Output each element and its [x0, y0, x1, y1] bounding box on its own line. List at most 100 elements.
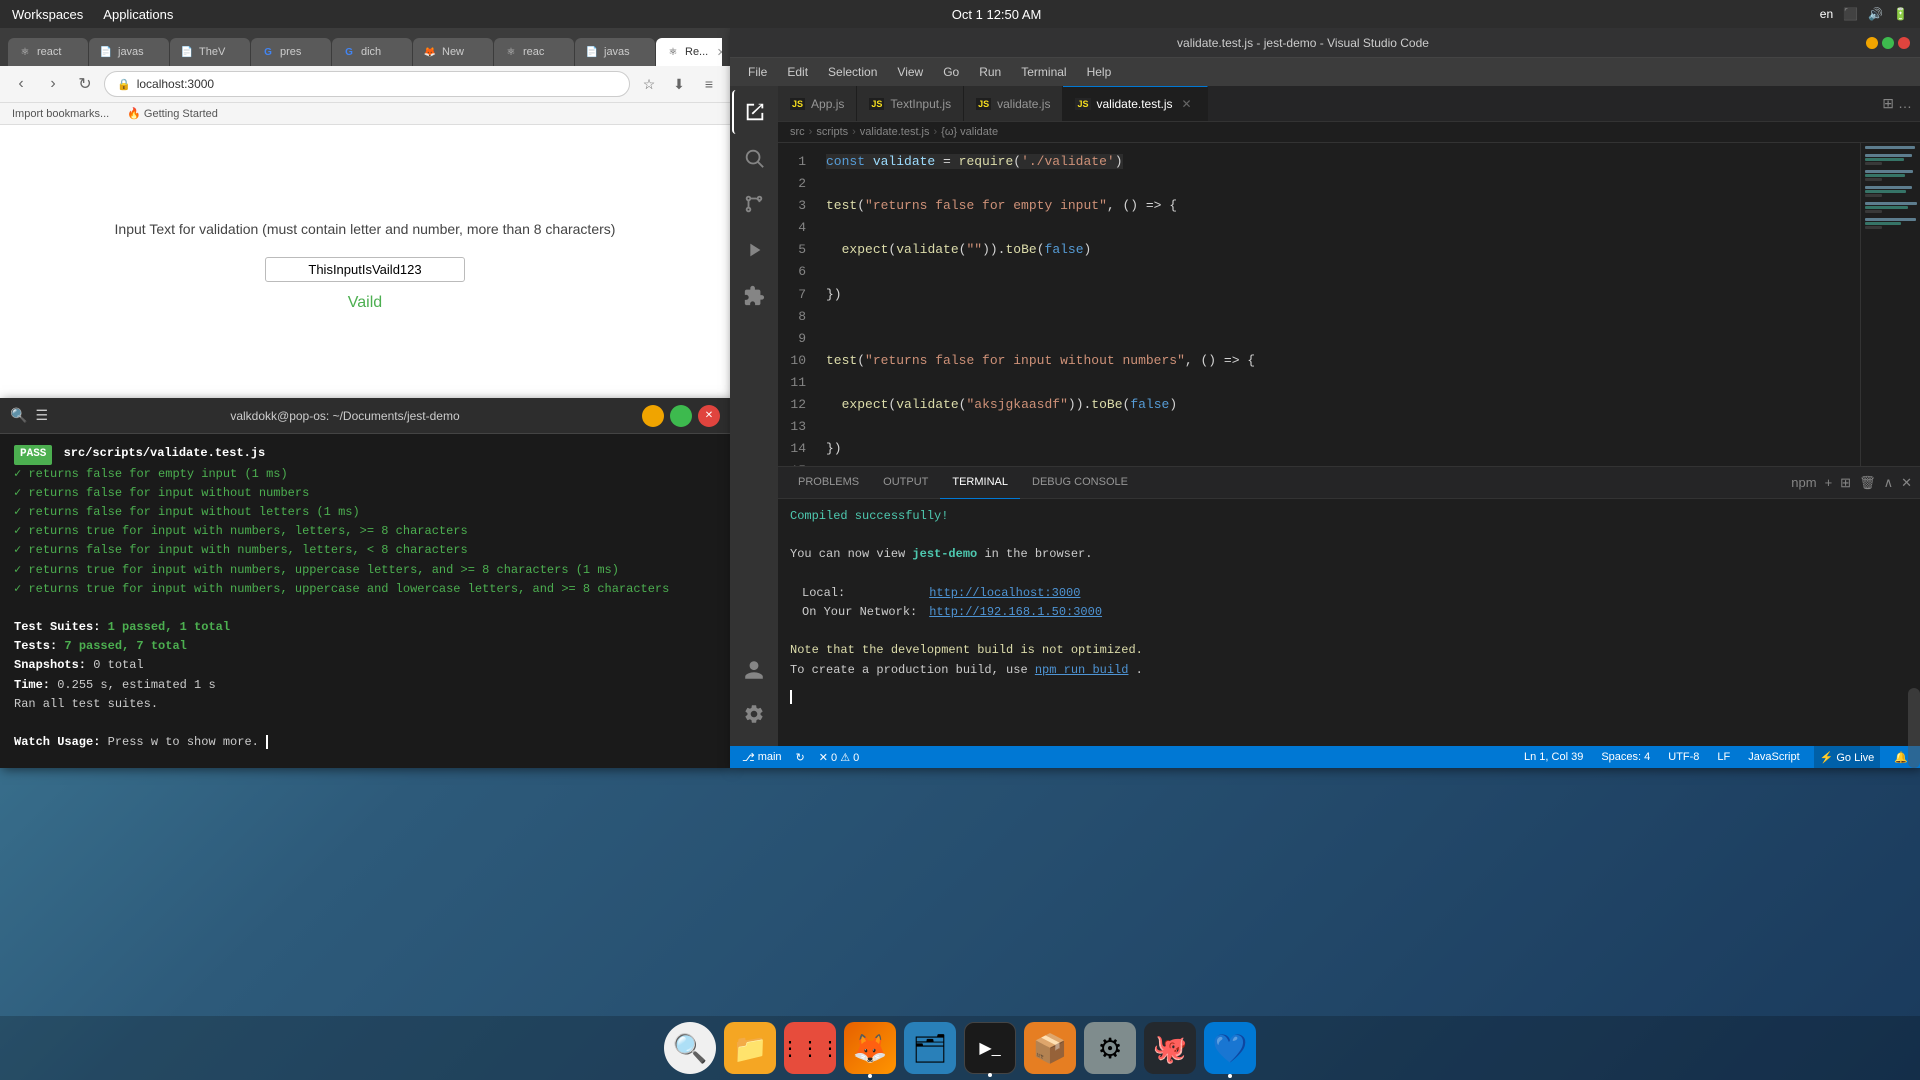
status-line-ending[interactable]: LF	[1713, 751, 1734, 763]
browser-tab-dich[interactable]: G dich	[332, 38, 412, 66]
menu-run[interactable]: Run	[971, 62, 1009, 82]
editor-tab-textinputjs[interactable]: JS TextInput.js	[857, 86, 964, 121]
panel-split-terminal[interactable]: ⊞	[1840, 475, 1851, 491]
menu-selection[interactable]: Selection	[820, 62, 885, 82]
dock-item-vscode[interactable]: 💙	[1204, 1022, 1256, 1074]
topbar-lang[interactable]: en	[1820, 7, 1833, 21]
go-live-button[interactable]: ⚡ Go Live	[1814, 746, 1881, 768]
nav-reload-button[interactable]: ↻	[72, 71, 98, 97]
dock-vscode-icon: 💙	[1213, 1032, 1248, 1065]
build-cmd[interactable]: npm run build	[1035, 663, 1129, 677]
panel-tabs: PROBLEMS OUTPUT TERMINAL DEBUG CONSOLE n…	[778, 467, 1920, 499]
dock-item-terminal[interactable]: ▶_	[964, 1022, 1016, 1074]
terminal-close-button[interactable]: ✕	[698, 405, 720, 427]
terminal-input-line	[790, 688, 1908, 707]
menu-button[interactable]: ≡	[696, 71, 722, 97]
bookmark-getting-started[interactable]: 🔥 Getting Started	[123, 106, 222, 121]
bookmark-import[interactable]: Import bookmarks...	[8, 107, 113, 121]
activity-run-debug[interactable]	[732, 228, 776, 272]
activity-settings[interactable]	[732, 692, 776, 736]
panel-scrollbar[interactable]	[1908, 688, 1920, 746]
panel-add-terminal[interactable]: +	[1825, 475, 1833, 490]
nav-back-button[interactable]: ‹	[8, 71, 34, 97]
editor-tab-validatejs[interactable]: JS validate.js	[964, 86, 1063, 121]
stat-tests-label: Tests:	[14, 639, 57, 653]
activity-explorer[interactable]	[732, 90, 776, 134]
status-encoding[interactable]: UTF-8	[1664, 751, 1703, 763]
download-button[interactable]: ⬇	[666, 71, 692, 97]
panel-collapse[interactable]: ∧	[1884, 475, 1894, 491]
breadcrumb-file[interactable]: validate.test.js	[860, 126, 930, 138]
validation-input[interactable]	[265, 257, 465, 282]
topbar-applications[interactable]: Applications	[103, 7, 173, 22]
browser-tab-new[interactable]: 🦊 New	[413, 38, 493, 66]
more-actions-icon[interactable]: …	[1898, 95, 1912, 112]
menu-file[interactable]: File	[740, 62, 775, 82]
code-content[interactable]: const validate = require('./validate') t…	[818, 143, 1920, 466]
editor-tab-appjs[interactable]: JS App.js	[778, 86, 857, 121]
split-editor-icon[interactable]: ⊞	[1882, 95, 1894, 112]
panel-trash[interactable]: 🗑	[1859, 475, 1876, 491]
status-spaces[interactable]: Spaces: 4	[1597, 751, 1654, 763]
dock-item-stacer[interactable]: 📦	[1024, 1022, 1076, 1074]
menu-view[interactable]: View	[889, 62, 931, 82]
panel-close[interactable]: ✕	[1901, 475, 1912, 491]
browser-tab-javas1[interactable]: 📄 javas	[89, 38, 169, 66]
vscode-maximize-button[interactable]	[1882, 37, 1894, 49]
activity-source-control[interactable]	[732, 182, 776, 226]
test-file-path: src/scripts/validate.test.js	[64, 446, 266, 460]
menu-go[interactable]: Go	[935, 62, 967, 82]
menu-terminal[interactable]: Terminal	[1013, 62, 1074, 82]
panel-tab-output[interactable]: OUTPUT	[871, 467, 940, 499]
local-url[interactable]: http://localhost:3000	[929, 586, 1080, 600]
activity-search[interactable]	[732, 136, 776, 180]
terminal-menu-icon[interactable]: ☰	[35, 407, 48, 424]
code-editor[interactable]: 1 2 3 4 5 6 7 8 9 10 11 12 13 14	[778, 143, 1920, 466]
network-url[interactable]: http://192.168.1.50:3000	[929, 605, 1102, 619]
panel-tab-problems[interactable]: PROBLEMS	[786, 467, 871, 499]
status-errors[interactable]: ✕ 0 ⚠ 0	[815, 751, 864, 764]
panel-tab-debug-console[interactable]: DEBUG CONSOLE	[1020, 467, 1140, 499]
browser-tab-pres[interactable]: G pres	[251, 38, 331, 66]
menu-help[interactable]: Help	[1079, 62, 1120, 82]
dock-item-files[interactable]: 📁	[724, 1022, 776, 1074]
browser-tab-active[interactable]: ⚛ Re... ✕	[656, 38, 722, 66]
tab-close-validatetestjs[interactable]: ✕	[1179, 96, 1195, 112]
status-position[interactable]: Ln 1, Col 39	[1520, 751, 1587, 763]
browser-tab-react2[interactable]: ⚛ reac	[494, 38, 574, 66]
terminal-minimize-button[interactable]	[642, 405, 664, 427]
dock-item-search[interactable]: 🔍	[664, 1022, 716, 1074]
editor-tab-validatetestjs[interactable]: JS validate.test.js ✕	[1063, 86, 1207, 121]
stat-suites-value: 1 passed, 1 total	[108, 620, 230, 634]
dock-terminal-icon: ▶_	[979, 1038, 1000, 1058]
nav-forward-button[interactable]: ›	[40, 71, 66, 97]
dock-item-apps[interactable]: ⋮⋮⋮	[784, 1022, 836, 1074]
bookmark-button[interactable]: ☆	[636, 71, 662, 97]
vscode-minimize-button[interactable]	[1866, 37, 1878, 49]
breadcrumb-scripts[interactable]: scripts	[816, 126, 848, 138]
tab-favicon-dich: G	[342, 45, 356, 59]
menu-edit[interactable]: Edit	[779, 62, 816, 82]
tab-favicon-javas2: 📄	[585, 45, 599, 59]
status-sync[interactable]: ↻	[792, 751, 809, 764]
activity-extensions[interactable]	[732, 274, 776, 318]
address-bar[interactable]: 🔒 localhost:3000	[104, 71, 630, 97]
terminal-maximize-button[interactable]	[670, 405, 692, 427]
breadcrumb-symbol[interactable]: {ω} validate	[941, 126, 998, 138]
breadcrumb-src[interactable]: src	[790, 126, 805, 138]
topbar-workspaces[interactable]: Workspaces	[12, 7, 83, 22]
browser-tab-thev[interactable]: 📄 TheV	[170, 38, 250, 66]
browser-tab-react1[interactable]: ⚛ react	[8, 38, 88, 66]
dock-item-filemanager[interactable]: 🗂	[904, 1022, 956, 1074]
browser-tab-javas2[interactable]: 📄 javas	[575, 38, 655, 66]
dock-item-github[interactable]: 🐙	[1144, 1022, 1196, 1074]
tab-close-active[interactable]: ✕	[717, 46, 722, 59]
vscode-close-button[interactable]	[1898, 37, 1910, 49]
panel-tab-terminal[interactable]: TERMINAL	[940, 467, 1020, 499]
dock-item-settings[interactable]: ⚙	[1084, 1022, 1136, 1074]
dock-item-firefox[interactable]: 🦊	[844, 1022, 896, 1074]
terminal-search-icon[interactable]: 🔍	[10, 407, 27, 424]
activity-account[interactable]	[732, 648, 776, 692]
status-branch[interactable]: ⎇ main	[738, 751, 786, 764]
status-language[interactable]: JavaScript	[1744, 751, 1803, 763]
